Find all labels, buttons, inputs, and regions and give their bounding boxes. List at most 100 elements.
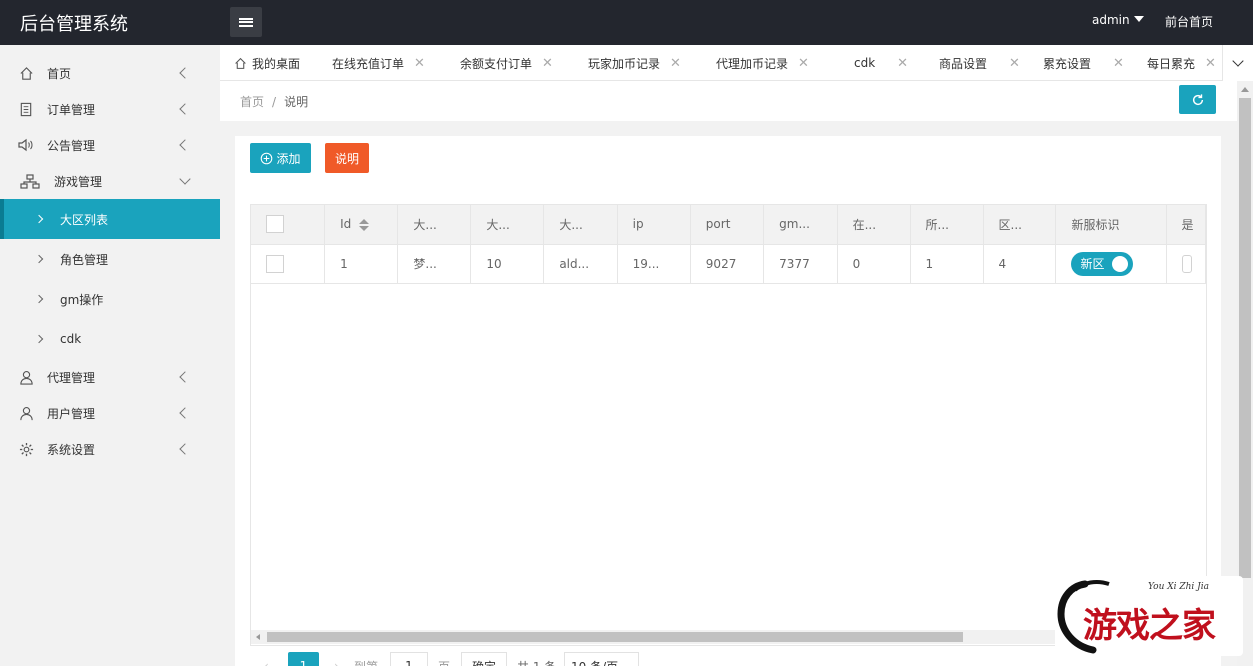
tab-balance-payment[interactable]: 余额支付订单 ✕ [460,45,553,81]
chevron-left-icon [179,407,191,419]
close-icon[interactable]: ✕ [897,56,908,71]
new-server-toggle[interactable]: 新区 [1071,251,1134,276]
tabs-dropdown-button[interactable] [1222,45,1253,81]
close-icon[interactable]: ✕ [542,56,553,71]
sidebar-item-orders[interactable]: 订单管理 [0,91,220,127]
menu-toggle-button[interactable] [230,7,262,37]
description-button[interactable]: 说明 [325,143,369,173]
refresh-button[interactable] [1179,85,1216,114]
tab-cumulative-settings[interactable]: 累充设置 ✕ [1043,45,1124,81]
sidebar: 首页 订单管理 公告管理 游戏管理 大区列表 角色管理 gm操作 cdk 代理管… [0,45,220,666]
close-icon[interactable]: ✕ [670,56,681,71]
tab-player-coins[interactable]: 玩家加币记录 ✕ [588,45,681,81]
prev-page-icon[interactable]: ‹ [264,652,269,666]
next-page-icon[interactable]: › [334,652,339,666]
gear-icon [18,441,34,457]
goto-page-input[interactable]: 1 [390,652,428,666]
page-size-value: 10 条/页 [571,658,618,666]
tab-product-settings[interactable]: 商品设置 ✕ [939,45,1020,81]
chevron-down-icon [179,173,191,185]
tab-label: 在线充值订单 [332,56,405,71]
sidebar-subitem-cdk[interactable]: cdk [0,319,220,359]
select-all-checkbox[interactable] [266,215,284,234]
goto-confirm-button[interactable]: 确定 [461,652,507,666]
user-menu[interactable]: admin [1092,13,1144,27]
tab-cdk[interactable]: cdk ✕ [854,45,908,81]
column-header: 新服标识 [1055,205,1167,245]
column-header: 所... [910,205,984,245]
table-header-row: Id 大... 大... 大... ip port gm... 在... 所..… [251,205,1206,245]
sort-icon[interactable] [359,218,370,231]
column-header: 大... [397,205,472,245]
chevron-left-icon [179,67,191,79]
row-checkbox-partial[interactable] [1181,254,1192,273]
watermark-subtitle: You Xi Zhi Jia [1148,582,1210,592]
row-checkbox[interactable] [266,254,284,273]
sidebar-subitem-region-list[interactable]: 大区列表 [0,199,220,239]
table-cell: 19... [617,244,691,284]
column-header[interactable]: Id [324,205,399,245]
table-cell: 10 [470,244,545,284]
page-unit-label: 页 [438,652,450,666]
tab-my-desktop[interactable]: 我的桌面 [234,45,300,81]
scrollbar-thumb[interactable] [1239,98,1251,578]
hamburger-icon [239,17,253,27]
sidebar-item-games[interactable]: 游戏管理 [0,163,220,199]
users-icon [18,369,34,385]
username: admin [1092,13,1130,27]
refresh-icon [1192,93,1203,105]
breadcrumb-home[interactable]: 首页 [240,95,264,109]
header-select-all [251,205,326,245]
tab-online-recharge[interactable]: 在线充值订单 ✕ [332,45,425,81]
tab-label: 每日累充 [1147,56,1196,71]
sidebar-subitem-gm[interactable]: gm操作 [0,279,220,319]
user-icon [18,405,34,421]
sidebar-item-label: 代理管理 [47,370,96,385]
sidebar-item-announcements[interactable]: 公告管理 [0,127,220,163]
page-size-select[interactable]: 10 条/页 ⌄ [564,652,639,666]
sidebar-item-settings[interactable]: 系统设置 [0,431,220,467]
front-home-link[interactable]: 前台首页 [1165,13,1213,30]
column-header: 区... [983,205,1057,245]
speaker-icon [18,137,34,153]
table-cell: 9027 [690,244,765,284]
scroll-left-icon[interactable] [256,634,260,640]
table-cell: 1 [324,244,399,284]
scrollbar-thumb[interactable] [267,632,963,642]
sidebar-subitem-label: 角色管理 [60,252,109,267]
close-icon[interactable]: ✕ [1009,56,1020,71]
sidebar-item-label: 公告管理 [47,138,96,153]
sidebar-item-users[interactable]: 用户管理 [0,395,220,431]
chevron-left-icon [179,443,191,455]
row-select-cell [251,244,326,284]
breadcrumb-separator: / [272,95,277,109]
page-current[interactable]: 1 [288,652,319,666]
sidebar-subitem-roles[interactable]: 角色管理 [0,239,220,279]
home-icon [235,57,246,69]
column-header: port [690,205,765,245]
column-header: 是 [1166,205,1206,245]
pagination: ‹ 1 › 到第 1 页 确定 共 1 条 10 条/页 ⌄ [250,652,950,666]
chevron-right-icon [34,294,44,304]
close-icon[interactable]: ✕ [1113,56,1124,71]
sidebar-subitem-label: cdk [60,332,82,346]
sidebar-subitem-label: 大区列表 [60,212,109,227]
chevron-right-icon [34,214,44,224]
table-cell: 1 [910,244,984,284]
sidebar-item-agents[interactable]: 代理管理 [0,359,220,395]
tab-daily-cumulative[interactable]: 每日累充 ✕ [1147,45,1216,81]
watermark-logo: You Xi Zhi Jia 游戏之家 [1055,576,1243,656]
tab-agent-coins[interactable]: 代理加币记录 ✕ [716,45,809,81]
chevron-down-icon [1232,55,1244,67]
scroll-up-icon[interactable] [1241,87,1249,92]
table-cell: 梦... [397,244,472,284]
sitemap-icon [20,173,40,189]
close-icon[interactable]: ✕ [414,56,425,71]
close-icon[interactable]: ✕ [798,56,809,71]
chevron-left-icon [179,371,191,383]
column-header: gm... [763,205,838,245]
sidebar-item-home[interactable]: 首页 [0,55,220,91]
table-cell [1166,244,1206,284]
close-icon[interactable]: ✕ [1205,56,1216,71]
add-button[interactable]: 添加 [250,143,311,173]
